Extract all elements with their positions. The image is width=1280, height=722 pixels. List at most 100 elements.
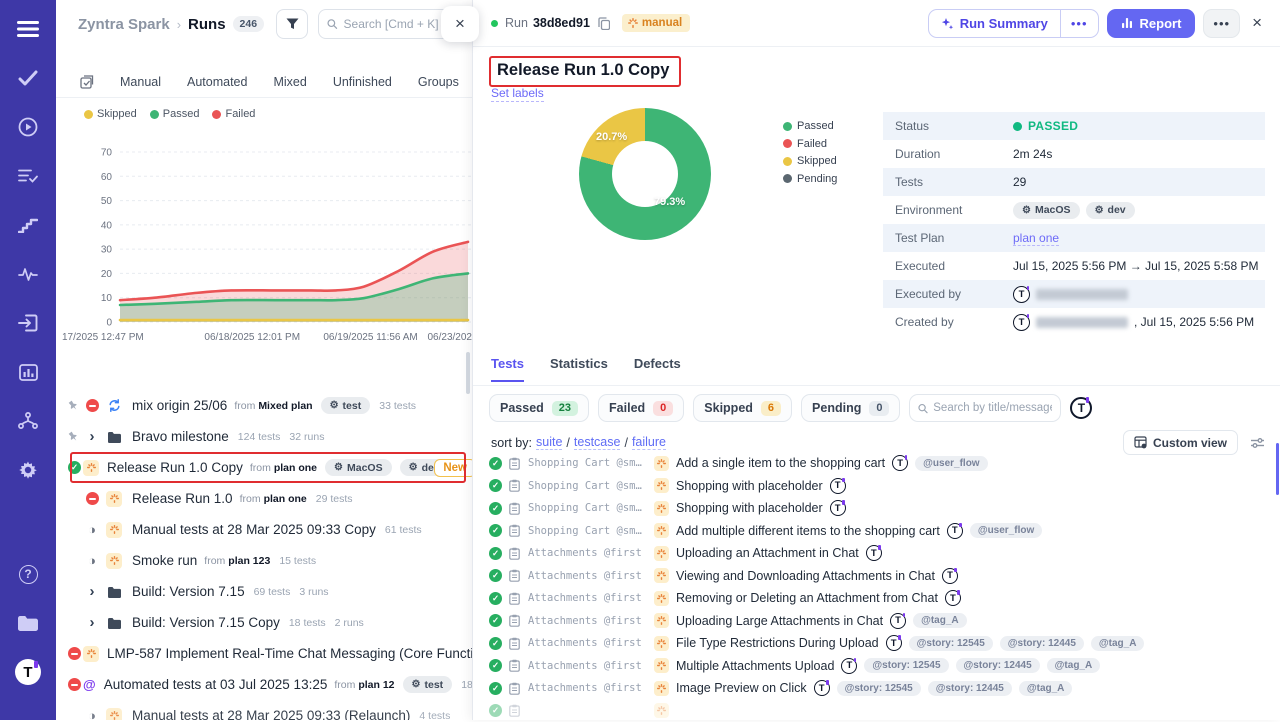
test-title[interactable]: Image Preview on Click bbox=[676, 681, 807, 695]
tab-defects[interactable]: Defects bbox=[634, 356, 681, 380]
test-suite-name[interactable]: Shopping Cart @sm… bbox=[528, 457, 650, 469]
set-labels-link[interactable]: Set labels bbox=[491, 86, 544, 102]
run-summary-button[interactable]: Run Summary bbox=[929, 10, 1060, 37]
breadcrumb-section[interactable]: Runs bbox=[188, 16, 226, 33]
test-row[interactable]: ✓Shopping Cart @sm…Add a single item to … bbox=[479, 452, 1275, 475]
test-suite-name[interactable]: Shopping Cart @sm… bbox=[528, 502, 650, 514]
filter-pending[interactable]: Pending0 bbox=[801, 394, 900, 422]
test-row[interactable]: ✓Shopping Cart @sm…Shopping with placeho… bbox=[479, 475, 1275, 498]
run-plan-name[interactable]: plan 12 bbox=[358, 679, 394, 691]
test-suite-name[interactable]: Attachments @first bbox=[528, 615, 650, 627]
tag-chip[interactable]: @user_flow bbox=[915, 456, 987, 471]
branch-icon[interactable] bbox=[13, 406, 43, 436]
brand-avatar[interactable]: T bbox=[13, 657, 43, 687]
detail-close-button[interactable]: × bbox=[1248, 13, 1266, 33]
more-actions-button[interactable]: ••• bbox=[1203, 9, 1240, 38]
run-list-item[interactable]: LMP-587 Implement Real-Time Chat Messagi… bbox=[56, 638, 472, 669]
tab-unfinished[interactable]: Unfinished bbox=[333, 75, 392, 89]
tag-chip[interactable]: @story: 12545 bbox=[909, 636, 993, 651]
check-icon[interactable] bbox=[13, 63, 43, 93]
assignee-avatar[interactable]: T bbox=[1070, 397, 1092, 419]
report-button[interactable]: Report bbox=[1107, 9, 1196, 38]
tag-chip[interactable]: @tag_A bbox=[913, 613, 967, 628]
steps-icon[interactable] bbox=[13, 210, 43, 240]
tab-automated[interactable]: Automated bbox=[187, 75, 247, 89]
test-suite-name[interactable]: Shopping Cart @sm… bbox=[528, 525, 650, 537]
test-title[interactable]: Removing or Deleting an Attachment from … bbox=[676, 591, 938, 605]
copy-icon[interactable] bbox=[598, 17, 610, 30]
run-plan-name[interactable]: Mixed plan bbox=[258, 400, 312, 412]
test-suite-name[interactable]: Shopping Cart @sm… bbox=[528, 480, 650, 492]
run-list-item[interactable]: mix origin 25/06fromMixed plan⚙test33 te… bbox=[56, 390, 472, 421]
test-row[interactable]: ✓Shopping Cart @sm…Add multiple differen… bbox=[479, 520, 1275, 543]
test-title[interactable]: File Type Restrictions During Upload bbox=[676, 636, 879, 650]
tag-chip[interactable]: @user_flow bbox=[970, 523, 1042, 538]
expand-chevron-icon[interactable]: › bbox=[90, 584, 95, 599]
folder-icon[interactable] bbox=[13, 608, 43, 638]
expand-chevron-icon[interactable]: › bbox=[90, 429, 95, 444]
test-row[interactable]: ✓Attachments @firstUploading an Attachme… bbox=[479, 542, 1275, 565]
tab-statistics[interactable]: Statistics bbox=[550, 356, 608, 380]
tag-chip[interactable]: @tag_A bbox=[1047, 658, 1101, 673]
sort-link-suite[interactable]: suite bbox=[536, 435, 562, 450]
tag-chip[interactable]: @tag_A bbox=[1091, 636, 1145, 651]
test-title[interactable]: Viewing and Downloading Attachments in C… bbox=[676, 569, 935, 583]
run-list-item[interactable]: ◑Smoke runfromplan 12315 tests bbox=[56, 545, 472, 576]
test-title[interactable]: Add a single item to the shopping cart bbox=[676, 456, 885, 470]
run-list-item[interactable]: @Automated tests at 03 Jul 2025 13:25fro… bbox=[56, 669, 472, 700]
test-title[interactable]: Shopping with placeholder bbox=[676, 479, 823, 493]
tag-chip[interactable]: @story: 12445 bbox=[956, 658, 1040, 673]
test-suite-name[interactable]: Attachments @first bbox=[528, 570, 650, 582]
test-title[interactable]: Shopping with placeholder bbox=[676, 501, 823, 515]
breadcrumb-project[interactable]: Zyntra Spark bbox=[78, 16, 170, 33]
gear-icon[interactable] bbox=[13, 455, 43, 485]
pulse-icon[interactable] bbox=[13, 259, 43, 289]
play-circle-icon[interactable] bbox=[13, 112, 43, 142]
test-title[interactable]: Add multiple different items to the shop… bbox=[676, 524, 940, 538]
tab-mixed[interactable]: Mixed bbox=[273, 75, 306, 89]
tag-chip[interactable]: @story: 12545 bbox=[864, 658, 948, 673]
test-row[interactable]: ✓Attachments @firstUploading Large Attac… bbox=[479, 610, 1275, 633]
test-suite-name[interactable]: Attachments @first bbox=[528, 682, 650, 694]
test-row[interactable]: ✓Attachments @firstImage Preview on Clic… bbox=[479, 677, 1275, 700]
test-title[interactable]: Uploading Large Attachments in Chat bbox=[676, 614, 883, 628]
filter-button[interactable] bbox=[276, 9, 308, 39]
test-row[interactable]: ✓Shopping Cart @sm…Shopping with placeho… bbox=[479, 497, 1275, 520]
sign-in-icon[interactable] bbox=[13, 308, 43, 338]
test-row[interactable]: ✓Attachments @firstRemoving or Deleting … bbox=[479, 587, 1275, 610]
help-icon[interactable]: ? bbox=[13, 559, 43, 589]
manual-badge[interactable]: manual bbox=[622, 14, 690, 32]
run-list-item[interactable]: ✓Release Run 1.0 Copyfromplan one⚙MacOS⚙… bbox=[56, 452, 472, 483]
tag-chip[interactable]: @story: 12445 bbox=[1000, 636, 1084, 651]
test-title[interactable]: Multiple Attachments Upload bbox=[676, 659, 834, 673]
run-list-item[interactable]: ◑Manual tests at 28 Mar 2025 09:33 Copy6… bbox=[56, 514, 472, 545]
run-list-item[interactable]: ◑Manual tests at 28 Mar 2025 09:33 (Rela… bbox=[56, 700, 472, 720]
test-row[interactable]: ✓ bbox=[479, 700, 1275, 722]
test-title[interactable]: Uploading an Attachment in Chat bbox=[676, 546, 859, 560]
sort-link-testcase[interactable]: testcase bbox=[574, 435, 621, 450]
test-row[interactable]: ✓Attachments @firstViewing and Downloadi… bbox=[479, 565, 1275, 588]
sort-link-failure[interactable]: failure bbox=[632, 435, 666, 450]
test-suite-name[interactable]: Attachments @first bbox=[528, 637, 650, 649]
tag-chip[interactable]: @story: 12445 bbox=[928, 681, 1012, 696]
tag-chip[interactable]: @story: 12545 bbox=[837, 681, 921, 696]
test-suite-name[interactable]: Attachments @first bbox=[528, 592, 650, 604]
run-plan-name[interactable]: plan one bbox=[264, 493, 307, 505]
menu-icon[interactable] bbox=[13, 14, 43, 44]
tag-chip[interactable]: @tag_A bbox=[1019, 681, 1073, 696]
run-list-item[interactable]: ›Bravo milestone124 tests32 runs bbox=[56, 421, 472, 452]
run-plan-name[interactable]: plan 123 bbox=[228, 555, 270, 567]
expand-chevron-icon[interactable]: › bbox=[90, 615, 95, 630]
view-settings-icon[interactable] bbox=[1250, 437, 1265, 449]
test-suite-name[interactable]: Attachments @first bbox=[528, 660, 650, 672]
test-row[interactable]: ✓Attachments @firstFile Type Restriction… bbox=[479, 632, 1275, 655]
test-plan-link[interactable]: plan one bbox=[1013, 231, 1059, 246]
bar-chart-icon[interactable] bbox=[13, 357, 43, 387]
tab-tests[interactable]: Tests bbox=[491, 356, 524, 382]
run-list-item[interactable]: ›Build: Version 7.1569 tests3 runs bbox=[56, 576, 472, 607]
test-suite-name[interactable]: Attachments @first bbox=[528, 547, 650, 559]
filter-failed[interactable]: Failed0 bbox=[598, 394, 684, 422]
right-scrollbar[interactable] bbox=[1276, 443, 1280, 495]
panel-close-button[interactable]: × bbox=[441, 6, 479, 42]
test-row[interactable]: ✓Attachments @firstMultiple Attachments … bbox=[479, 655, 1275, 678]
